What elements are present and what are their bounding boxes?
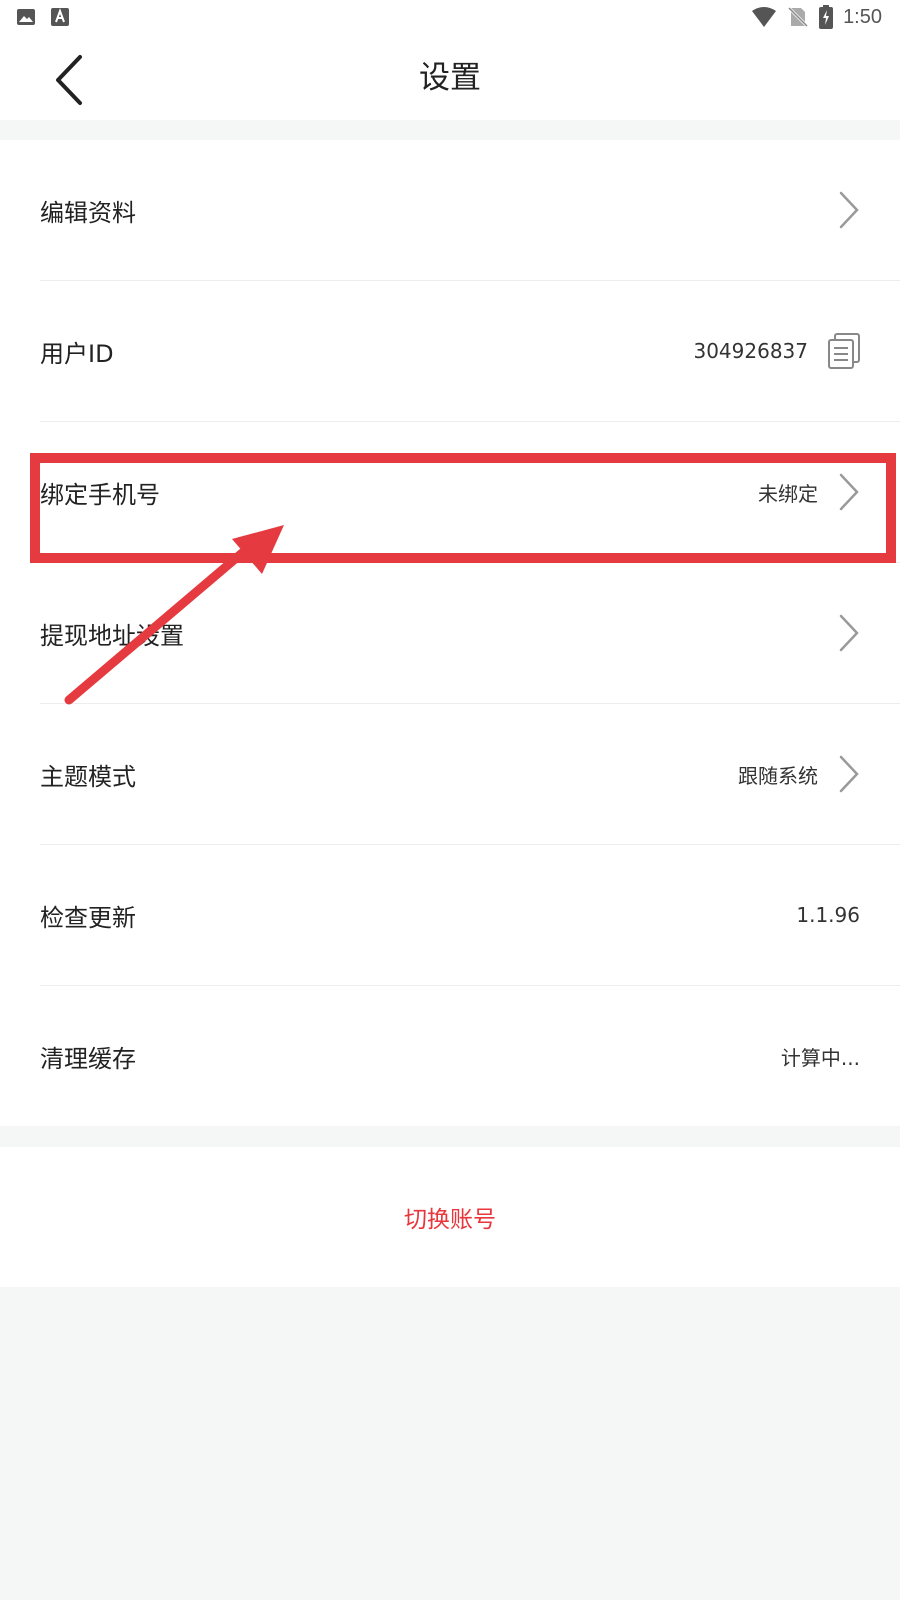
settings-row-label: 提现地址设置: [40, 621, 184, 650]
switch-account-section: 切换账号: [0, 1147, 900, 1287]
gallery-icon: [17, 9, 35, 25]
settings-row-check-update[interactable]: 检查更新 1.1.96: [40, 845, 900, 986]
status-bar: 1:50: [0, 0, 900, 36]
theme-mode-value: 跟随系统: [738, 763, 818, 788]
user-id-value: 304926837: [693, 339, 808, 363]
settings-row-label: 用户ID: [40, 339, 114, 368]
chevron-right-icon: [839, 755, 859, 793]
chevron-right-icon: [839, 614, 859, 652]
settings-row-user-id: 用户ID 304926837: [40, 281, 900, 422]
settings-row-withdraw-address[interactable]: 提现地址设置: [40, 563, 900, 704]
settings-list: 编辑资料 用户ID 304926837 绑定手机号 未绑定 提现地址设置 主题模…: [0, 140, 900, 1126]
battery-charging-icon: [819, 5, 834, 29]
app-version-value: 1.1.96: [796, 903, 860, 927]
settings-row-edit-profile[interactable]: 编辑资料: [40, 140, 900, 281]
font-a-icon: [51, 8, 69, 26]
settings-row-label: 绑定手机号: [40, 480, 160, 509]
cache-size-value: 计算中...: [780, 1045, 860, 1070]
page-title: 设置: [419, 60, 481, 96]
copy-icon[interactable]: [828, 333, 860, 369]
settings-row-label: 检查更新: [40, 903, 136, 932]
switch-account-button[interactable]: 切换账号: [398, 1199, 502, 1235]
settings-row-bind-phone[interactable]: 绑定手机号 未绑定: [40, 422, 900, 563]
chevron-left-icon: [56, 55, 82, 105]
settings-row-label: 编辑资料: [40, 198, 136, 227]
back-button[interactable]: [38, 50, 98, 110]
settings-row-clear-cache[interactable]: 清理缓存 计算中...: [40, 986, 900, 1126]
chevron-right-icon: [839, 473, 859, 511]
chevron-right-icon: [839, 191, 859, 229]
bind-phone-status: 未绑定: [758, 481, 818, 506]
settings-row-theme-mode[interactable]: 主题模式 跟随系统: [40, 704, 900, 845]
settings-row-label: 主题模式: [40, 762, 136, 791]
settings-row-label: 清理缓存: [40, 1044, 136, 1073]
status-time: 1:50: [843, 5, 882, 28]
wifi-icon: [752, 7, 777, 27]
no-sim-icon: [788, 6, 809, 28]
title-bar: 设置: [0, 36, 900, 120]
